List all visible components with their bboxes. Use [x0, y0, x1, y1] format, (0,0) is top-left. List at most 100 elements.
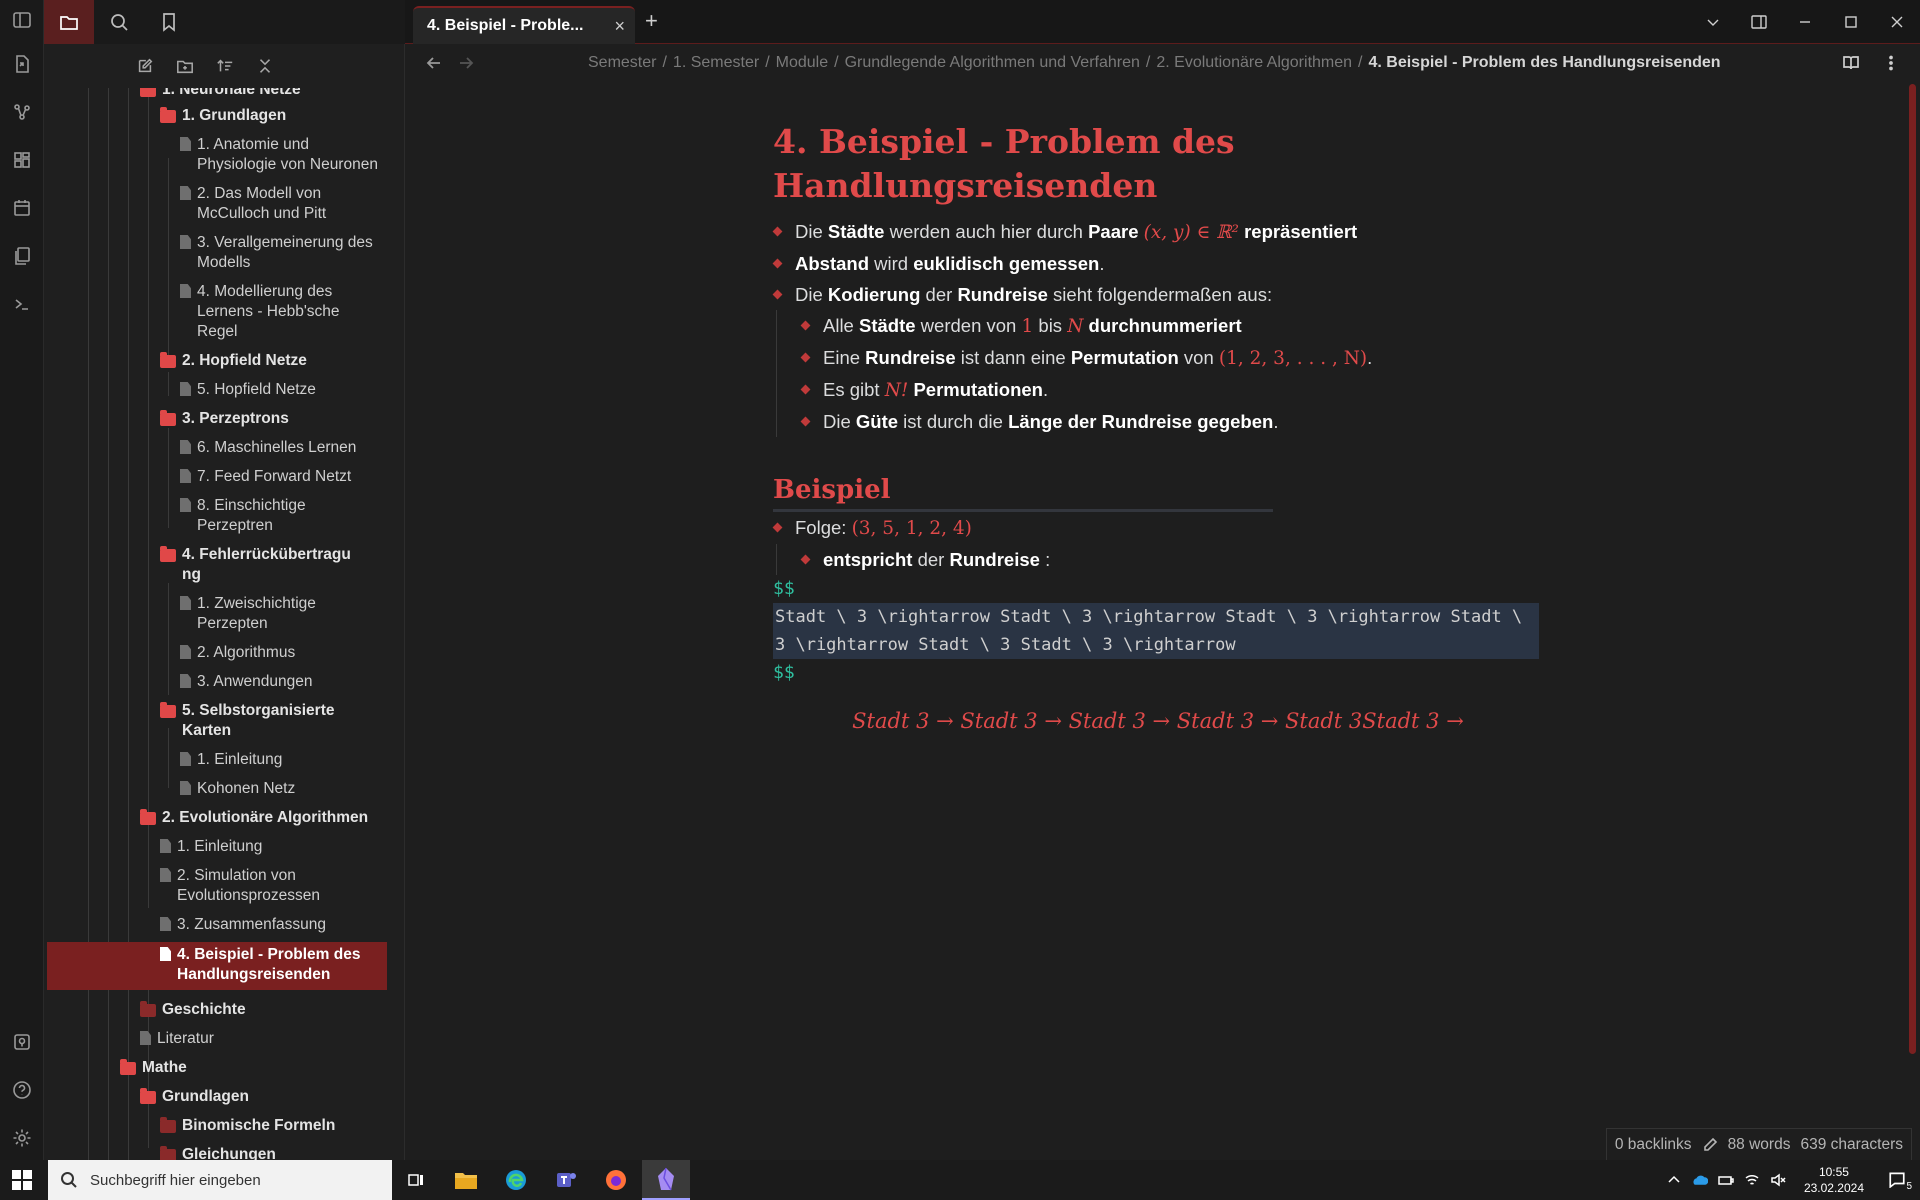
notifications-button[interactable]: 5 — [1888, 1170, 1912, 1192]
folder-icon — [140, 1001, 156, 1017]
battery-icon[interactable] — [1718, 1172, 1734, 1188]
tree-file[interactable]: 1. Einleitung — [160, 837, 390, 857]
tree-folder[interactable]: 4. Fehlerrückübertragung — [160, 545, 360, 585]
sort-button[interactable] — [212, 53, 238, 79]
chevron-up-icon[interactable] — [1666, 1172, 1682, 1188]
list-item: Es gibt N! Permutationen. — [801, 374, 1543, 406]
latex-source-line[interactable]: Stadt \ 3 \rightarrow Stadt \ 3 \rightar… — [773, 603, 1539, 631]
editor[interactable]: 4. Beispiel - Problem des Handlungsreise… — [405, 84, 1920, 1160]
teams-app-icon[interactable] — [542, 1160, 590, 1200]
tree-file[interactable]: 5. Hopfield Netze — [180, 380, 390, 400]
task-view-icon[interactable] — [392, 1160, 440, 1200]
clock[interactable]: 10:55 23.02.2024 — [1804, 1164, 1864, 1196]
tree-folder[interactable]: 2. Hopfield Netze — [160, 351, 390, 371]
close-window-button[interactable] — [1874, 0, 1920, 44]
tree-folder[interactable]: Mathe — [120, 1058, 390, 1078]
tree-file[interactable]: 1. Anatomie und Physiologie von Neuronen — [180, 135, 390, 175]
new-note-button[interactable] — [132, 53, 158, 79]
tree-file-active[interactable]: 4. Beispiel - Problem des Handlungsreise… — [47, 942, 387, 990]
maximize-button[interactable] — [1828, 0, 1874, 44]
tree-folder[interactable]: 5. Selbstorganisierte Karten — [160, 701, 360, 741]
tree-file[interactable]: 2. Das Modell von McCulloch und Pitt — [180, 184, 390, 224]
tree-file[interactable]: Kohonen Netz — [180, 779, 390, 799]
speaker-muted-icon[interactable] — [1770, 1172, 1786, 1188]
close-tab-button[interactable]: × — [614, 16, 625, 37]
document-tab[interactable]: 4. Beispiel - Proble... × — [413, 6, 635, 44]
tree-file[interactable]: Literatur — [140, 1029, 390, 1049]
tree-file[interactable]: 3. Zusammenfassung — [160, 915, 390, 935]
vault-switch-icon[interactable] — [0, 1022, 44, 1062]
folder-icon — [60, 16, 78, 30]
file-explorer-app-icon[interactable] — [442, 1160, 490, 1200]
minimize-button[interactable] — [1782, 0, 1828, 44]
taskbar-search[interactable]: Suchbegriff hier eingeben — [48, 1160, 392, 1200]
tree-folder[interactable]: 2. Evolutionäre Algorithmen — [140, 808, 390, 828]
terminal-icon[interactable] — [0, 284, 44, 324]
breadcrumb-item[interactable]: 2. Evolutionäre Algorithmen — [1156, 54, 1352, 71]
graph-view-icon[interactable] — [0, 92, 44, 132]
tree-file[interactable]: 8. Einschichtige Perzeptren — [180, 496, 360, 536]
tree-folder[interactable]: 1. Neuronale Netze — [140, 88, 390, 100]
open-quick-switcher-icon[interactable] — [0, 44, 44, 84]
breadcrumb-item[interactable]: Semester — [588, 54, 656, 71]
tree-file[interactable]: 7. Feed Forward Netzt — [180, 467, 390, 487]
backlinks-count[interactable]: 0 backlinks — [1615, 1136, 1692, 1154]
wifi-icon[interactable] — [1744, 1172, 1760, 1188]
daily-note-icon[interactable] — [0, 188, 44, 228]
new-folder-button[interactable] — [172, 53, 198, 79]
tree-file[interactable]: 2. Algorithmus — [180, 643, 390, 663]
tree-file[interactable]: 2. Simulation von Evolutionsprozessen — [160, 866, 360, 906]
file-icon — [180, 752, 191, 766]
search-tab[interactable] — [94, 0, 144, 44]
tree-file[interactable]: 1. Zweischichtige Perzepten — [180, 594, 360, 634]
breadcrumb-item[interactable]: 1. Semester — [673, 54, 759, 71]
tab-list-button[interactable] — [1690, 0, 1736, 44]
tree-folder[interactable]: Geschichte — [140, 1000, 390, 1020]
file-icon — [180, 781, 191, 795]
right-sidebar-icon — [1751, 15, 1767, 29]
tree-folder[interactable]: Gleichungen — [160, 1145, 390, 1160]
latex-source-line[interactable]: 3 \rightarrow Stadt \ 3 Stadt \ 3 \right… — [773, 631, 1539, 659]
note-content[interactable]: 4. Beispiel - Problem des Handlungsreise… — [773, 120, 1543, 733]
windows-start-icon[interactable] — [12, 1170, 32, 1190]
breadcrumb-item[interactable]: Module — [776, 54, 828, 71]
canvas-icon[interactable] — [0, 140, 44, 180]
onedrive-icon[interactable] — [1692, 1172, 1708, 1188]
bookmarks-tab[interactable] — [144, 0, 194, 44]
firefox-app-icon[interactable] — [592, 1160, 640, 1200]
forward-button[interactable] — [457, 54, 477, 74]
reading-view-button[interactable] — [1842, 54, 1860, 77]
files-tab[interactable] — [44, 0, 94, 44]
tab-bar: 4. Beispiel - Proble... × + — [405, 0, 1920, 44]
maximize-icon — [1845, 16, 1857, 28]
tree-file[interactable]: 1. Einleitung — [180, 750, 390, 770]
settings-gear-icon[interactable] — [0, 1118, 44, 1158]
more-options-button[interactable] — [1882, 54, 1900, 77]
folder-icon — [160, 546, 176, 562]
new-tab-button[interactable]: + — [645, 8, 658, 34]
status-bar: 0 backlinks 88 words 639 characters — [1605, 1128, 1912, 1160]
folder-icon — [120, 1059, 136, 1075]
back-button[interactable] — [425, 54, 445, 74]
tree-file[interactable]: 3. Anwendungen — [180, 672, 390, 692]
file-icon — [140, 1031, 151, 1045]
help-icon[interactable] — [0, 1070, 44, 1110]
templates-icon[interactable] — [0, 236, 44, 276]
editor-scrollbar[interactable] — [1909, 84, 1916, 1054]
tree-file[interactable]: 3. Verallgemeinerung des Modells — [180, 233, 380, 273]
file-icon — [180, 469, 191, 483]
inline-math: 1 — [1021, 316, 1034, 337]
tree-folder[interactable]: Binomische Formeln — [160, 1116, 390, 1136]
breadcrumb-current[interactable]: 4. Beispiel - Problem des Handlungsreise… — [1368, 54, 1720, 71]
collapse-all-button[interactable] — [252, 53, 278, 79]
tree-folder[interactable]: 3. Perzeptrons — [160, 409, 390, 429]
edge-app-icon[interactable] — [492, 1160, 540, 1200]
tree-folder[interactable]: Grundlagen — [140, 1087, 390, 1107]
tree-file[interactable]: 4. Modellierung des Lernens - Hebb'sche … — [180, 282, 380, 342]
tree-file[interactable]: 6. Maschinelles Lernen — [180, 438, 390, 458]
toggle-right-sidebar-button[interactable] — [1736, 0, 1782, 44]
tree-folder[interactable]: 1. Grundlagen — [160, 106, 390, 126]
breadcrumb-item[interactable]: Grundlegende Algorithmen und Verfahren — [845, 54, 1140, 71]
obsidian-app-icon[interactable] — [642, 1160, 690, 1200]
toggle-sidebar-icon[interactable] — [0, 0, 44, 40]
